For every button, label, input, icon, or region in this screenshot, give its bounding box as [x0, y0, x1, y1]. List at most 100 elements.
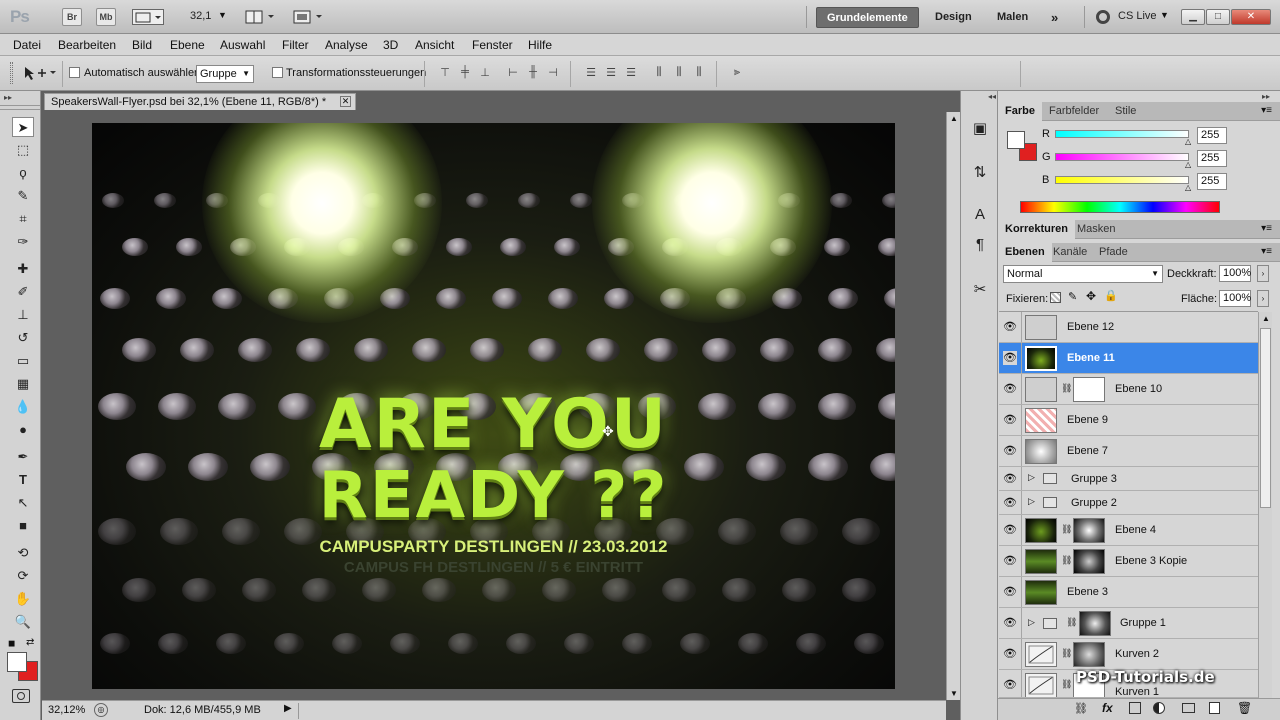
panel-menu-icon[interactable]: ▾≡ — [1261, 105, 1272, 116]
collapse-panels-icon[interactable]: ▸▸ — [1262, 92, 1270, 101]
expand-triangle-icon[interactable]: ▷ — [1028, 496, 1035, 507]
layer-row[interactable]: 👁 ⛓ Ebene 3 Kopie — [999, 546, 1258, 577]
lock-transparency-icon[interactable] — [1050, 292, 1061, 303]
align-left-icon[interactable]: ⊢ — [505, 66, 521, 80]
menu-3d[interactable]: 3D — [383, 38, 398, 52]
healing-brush-tool-icon[interactable]: ✚ — [12, 259, 34, 279]
visibility-eye-icon[interactable]: 👁 — [1003, 444, 1017, 458]
distribute-top-icon[interactable]: ☰ — [583, 66, 599, 80]
layer-name[interactable]: Gruppe 2 — [1071, 497, 1117, 509]
color-spectrum-bar[interactable] — [1020, 201, 1220, 213]
visibility-eye-icon[interactable]: 👁 — [1003, 585, 1017, 599]
slider-handle-icon[interactable]: △ — [1185, 137, 1191, 146]
swap-colors-icon[interactable]: ⇄ — [26, 637, 34, 648]
layer-row[interactable]: 👁 Ebene 7 — [999, 436, 1258, 467]
maximize-button[interactable]: □ — [1206, 9, 1230, 25]
link-chain-icon[interactable]: ⛓ — [1061, 555, 1072, 566]
expand-triangle-icon[interactable]: ▷ — [1028, 617, 1035, 628]
cs-live-dropdown-icon[interactable]: ▼ — [1160, 10, 1169, 20]
link-chain-icon[interactable]: ⛓ — [1061, 679, 1072, 690]
visibility-eye-icon[interactable]: 👁 — [1003, 496, 1017, 510]
scroll-down-icon[interactable]: ▼ — [950, 689, 958, 698]
pen-tool-icon[interactable]: ✒ — [12, 447, 34, 467]
more-workspaces-button[interactable]: » — [1041, 7, 1068, 28]
layer-name[interactable]: Ebene 4 — [1115, 524, 1156, 536]
blend-mode-dropdown[interactable]: Normal ▼ — [1003, 265, 1163, 283]
distribute-hcenter-icon[interactable]: ⫼ — [671, 66, 687, 80]
add-mask-icon[interactable] — [1129, 702, 1141, 714]
close-document-icon[interactable]: ✕ — [340, 96, 351, 107]
quick-mask-icon[interactable] — [12, 689, 30, 703]
eyedropper-tool-icon[interactable]: ✑ — [12, 232, 34, 252]
align-vcenter-icon[interactable]: ╪ — [457, 66, 473, 80]
3d-orbit-tool-icon[interactable]: ⟳ — [12, 566, 34, 586]
paragraph-panel-icon[interactable]: ¶ — [970, 236, 990, 256]
tab-ebenen[interactable]: Ebenen — [998, 243, 1052, 262]
layer-row[interactable]: 👁 ⛓ Ebene 10 — [999, 374, 1258, 405]
blur-tool-icon[interactable]: 💧 — [12, 397, 34, 417]
visibility-eye-icon[interactable]: 👁 — [1003, 320, 1017, 334]
character-panel-icon[interactable]: A — [970, 206, 990, 226]
menu-hilfe[interactable]: Hilfe — [528, 38, 552, 52]
lock-pixels-icon[interactable]: ✎ — [1068, 290, 1077, 303]
menu-analyse[interactable]: Analyse — [325, 38, 368, 52]
document-tab[interactable]: SpeakersWall-Flyer.psd bei 32,1% (Ebene … — [44, 93, 356, 110]
group-row[interactable]: 👁 ▷ Gruppe 2 — [999, 491, 1258, 515]
hand-tool-icon[interactable]: ✋ — [12, 589, 34, 609]
channel-r-slider[interactable] — [1055, 130, 1189, 138]
channel-g-slider[interactable] — [1055, 153, 1189, 161]
dodge-tool-icon[interactable]: ● — [12, 420, 34, 440]
layer-name[interactable]: Gruppe 3 — [1071, 473, 1117, 485]
visibility-eye-icon[interactable]: 👁 — [1003, 351, 1017, 365]
auto-align-icon[interactable]: ⫸ — [729, 66, 745, 80]
new-adjustment-layer-icon[interactable] — [1153, 702, 1165, 714]
zoom-tool-icon[interactable]: 🔍 — [12, 612, 34, 632]
layer-row[interactable]: 👁 Ebene 12 — [999, 312, 1258, 343]
marquee-tool-icon[interactable]: ⬚ — [12, 140, 34, 160]
scroll-up-icon[interactable]: ▲ — [950, 114, 958, 123]
scroll-thumb[interactable] — [1260, 328, 1271, 508]
visibility-eye-icon[interactable]: 👁 — [1003, 678, 1017, 692]
link-chain-icon[interactable]: ⛓ — [1061, 524, 1072, 535]
distribute-bottom-icon[interactable]: ☰ — [623, 66, 639, 80]
channel-g-value[interactable]: 255 — [1197, 150, 1227, 167]
distribute-right-icon[interactable]: ⫼ — [691, 66, 707, 80]
tab-stile[interactable]: Stile — [1108, 102, 1143, 121]
arrange-documents-button[interactable] — [244, 9, 278, 25]
expand-triangle-icon[interactable]: ▷ — [1028, 472, 1035, 483]
delete-layer-icon[interactable]: 🗑 — [1237, 701, 1252, 715]
auto-select-checkbox[interactable] — [69, 67, 80, 78]
align-hcenter-icon[interactable]: ╫ — [525, 66, 541, 80]
menu-filter[interactable]: Filter — [282, 38, 309, 52]
layer-name[interactable]: Ebene 12 — [1067, 321, 1114, 333]
lock-all-icon[interactable]: 🔒 — [1104, 289, 1118, 302]
opacity-slider-arrow-icon[interactable]: › — [1257, 265, 1269, 282]
tab-kanaele[interactable]: Kanäle — [1046, 243, 1094, 262]
slider-handle-icon[interactable]: △ — [1185, 160, 1191, 169]
eraser-tool-icon[interactable]: ▭ — [12, 351, 34, 371]
panel-menu-icon[interactable]: ▾≡ — [1261, 223, 1272, 234]
move-tool-icon[interactable]: ➤ — [12, 117, 34, 137]
close-button[interactable]: ✕ — [1231, 9, 1271, 25]
auto-select-dropdown[interactable]: Gruppe ▼ — [196, 65, 254, 83]
layer-row[interactable]: 👁 ⛓ Ebene 4 — [999, 515, 1258, 546]
cs-live-label[interactable]: CS Live — [1118, 10, 1157, 22]
channel-b-value[interactable]: 255 — [1197, 173, 1227, 190]
workspace-grundelemente[interactable]: Grundelemente — [816, 7, 919, 28]
status-zoom[interactable]: 32,12% — [48, 704, 85, 716]
toolbar-grip[interactable] — [0, 105, 40, 110]
shape-tool-icon[interactable]: ■ — [12, 516, 34, 536]
layer-name[interactable]: Ebene 7 — [1067, 445, 1108, 457]
type-tool-icon[interactable]: T — [12, 470, 34, 490]
visibility-eye-icon[interactable]: 👁 — [1003, 647, 1017, 661]
panel-menu-icon[interactable]: ▾≡ — [1261, 246, 1272, 257]
layer-row[interactable]: 👁 Ebene 9 — [999, 405, 1258, 436]
slider-handle-icon[interactable]: △ — [1185, 183, 1191, 192]
layer-name[interactable]: Ebene 9 — [1067, 414, 1108, 426]
tool-presets-icon[interactable]: ✂ — [970, 280, 990, 300]
default-colors-icon[interactable]: ◼ — [8, 638, 15, 649]
channel-r-value[interactable]: 255 — [1197, 127, 1227, 144]
link-chain-icon[interactable]: ⛓ — [1061, 383, 1072, 394]
workspace-design[interactable]: Design — [925, 7, 982, 28]
zoom-level[interactable]: 32,1 — [190, 10, 211, 22]
